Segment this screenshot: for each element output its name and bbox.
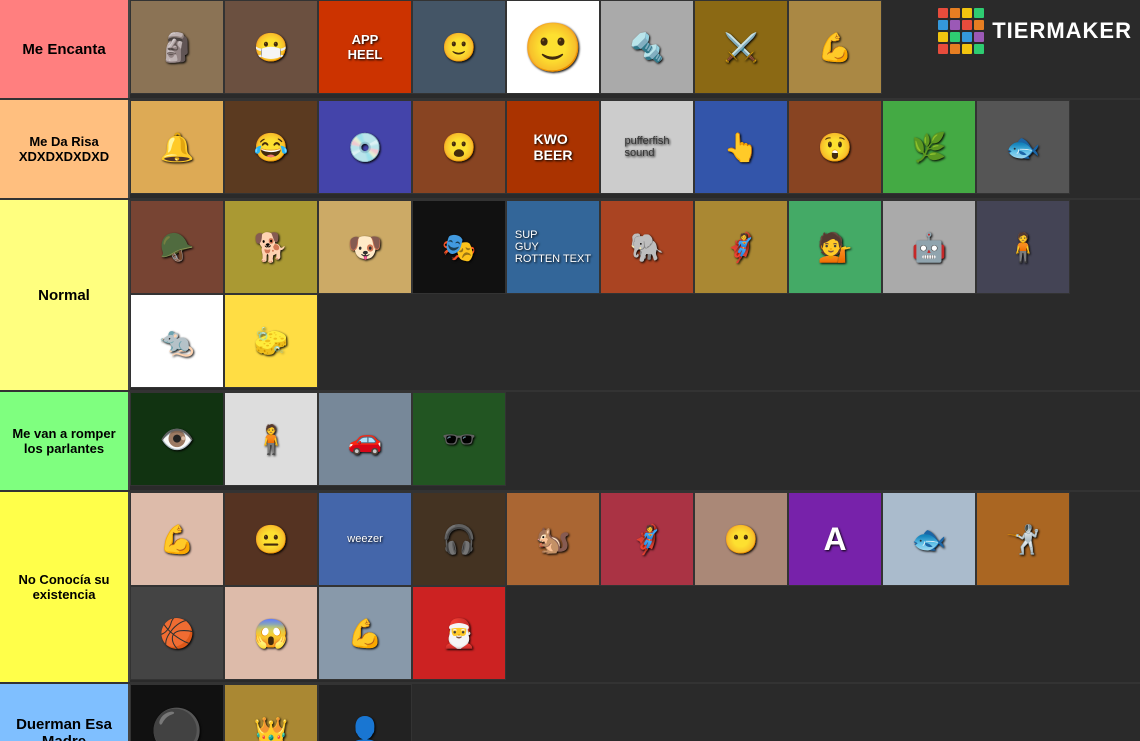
list-item[interactable]: 🤺 [976,492,1070,586]
tier-label-romper: Me van a romper los parlantes [0,392,128,490]
list-item[interactable]: ⚔️ [694,0,788,94]
list-item[interactable]: 🐿️ [506,492,600,586]
list-item[interactable]: weezer [318,492,412,586]
list-item[interactable]: 🎅 [412,586,506,680]
list-item[interactable]: A [788,492,882,586]
list-item[interactable]: 🐀 [130,294,224,388]
list-item[interactable]: APPHEEL [318,0,412,94]
tier-row-me-da-risa: Me Da Risa XDXDXDXDXD 🔔 😂 💿 😮 KWOBEER pu… [0,100,1140,200]
list-item[interactable]: 🚗 [318,392,412,486]
tier-label-me-encanta: Me Encanta [0,0,128,98]
list-item[interactable]: 🪖 [130,200,224,294]
list-item[interactable]: 😐 [224,492,318,586]
list-item[interactable]: 💿 [318,100,412,194]
list-item[interactable]: 🤖 [882,200,976,294]
list-item[interactable]: 💪 [318,586,412,680]
tier-items-me-da-risa: 🔔 😂 💿 😮 KWOBEER pufferfishsound 👆 😲 🌿 🐟 [128,100,1140,198]
list-item[interactable]: ⚫ [130,684,224,741]
list-item[interactable]: 🎧 [412,492,506,586]
list-item[interactable]: SUPGUYROTTEN TEXT [506,200,600,294]
list-item[interactable]: pufferfishsound [600,100,694,194]
list-item[interactable]: 👑 [224,684,318,741]
tier-label-duerman: Duerman Esa Madre [0,684,128,741]
list-item[interactable]: 🐟 [882,492,976,586]
list-item[interactable]: 🎭 [412,200,506,294]
tier-table: Me Encanta 🗿 😷 APPHEEL 🙂 🙂 🔩 ⚔️ 💪 [0,0,1140,741]
list-item[interactable]: 🐘 [600,200,694,294]
list-item[interactable]: 😲 [788,100,882,194]
list-item[interactable]: 👆 [694,100,788,194]
list-item[interactable]: 🐶 [318,200,412,294]
tiermaker-logo: TIERMAKER [938,8,1132,54]
list-item[interactable]: 🧍 [976,200,1070,294]
tier-row-no-conocia: No Conocía su existencia 💪 😐 weezer 🎧 🐿️… [0,492,1140,684]
logo-text: TIERMAKER [992,18,1132,44]
tier-items-romper: 👁️ 🧍 🚗 🕶️ [128,392,1140,490]
tier-items-duerman: ⚫ 👑 👤 [128,684,1140,741]
list-item[interactable]: 😮 [412,100,506,194]
list-item[interactable]: 😶 [694,492,788,586]
list-item[interactable]: 🏀 [130,586,224,680]
list-item[interactable]: 💪 [788,0,882,94]
list-item[interactable]: 😱 [224,586,318,680]
list-item[interactable]: 🐟 [976,100,1070,194]
tier-row-romper: Me van a romper los parlantes 👁️ 🧍 🚗 🕶️ [0,392,1140,492]
list-item[interactable]: 🔩 [600,0,694,94]
list-item[interactable]: 🗿 [130,0,224,94]
list-item[interactable]: 🔔 [130,100,224,194]
list-item[interactable]: 🦸 [694,200,788,294]
list-item[interactable]: 🙂 [412,0,506,94]
list-item[interactable]: 🐕 [224,200,318,294]
logo-grid [938,8,984,54]
list-item[interactable]: 😂 [224,100,318,194]
tier-label-normal: Normal [0,200,128,390]
list-item[interactable]: 🕶️ [412,392,506,486]
tier-label-me-da-risa: Me Da Risa XDXDXDXDXD [0,100,128,198]
list-item[interactable]: 🦸 [600,492,694,586]
tier-items-normal: 🪖 🐕 🐶 🎭 SUPGUYROTTEN TEXT 🐘 🦸 💁 🤖 🧍 🐀 🧽 [128,200,1140,390]
tier-row-me-encanta: Me Encanta 🗿 😷 APPHEEL 🙂 🙂 🔩 ⚔️ 💪 [0,0,1140,100]
list-item[interactable]: 👤 [318,684,412,741]
list-item[interactable]: 💪 [130,492,224,586]
tier-row-normal: Normal 🪖 🐕 🐶 🎭 SUPGUYROTTEN TEXT 🐘 🦸 💁 🤖… [0,200,1140,392]
list-item[interactable]: 😷 [224,0,318,94]
list-item[interactable]: 👁️ [130,392,224,486]
app-container: Me Encanta 🗿 😷 APPHEEL 🙂 🙂 🔩 ⚔️ 💪 [0,0,1140,741]
tier-row-duerman: Duerman Esa Madre ⚫ 👑 👤 [0,684,1140,741]
tier-label-no-conocia: No Conocía su existencia [0,492,128,682]
list-item[interactable]: 🧽 [224,294,318,388]
tier-items-me-encanta: 🗿 😷 APPHEEL 🙂 🙂 🔩 ⚔️ 💪 [128,0,1140,98]
list-item[interactable]: 🌿 [882,100,976,194]
tier-items-no-conocia: 💪 😐 weezer 🎧 🐿️ 🦸 😶 A 🐟 🤺 🏀 😱 💪 🎅 [128,492,1140,682]
list-item[interactable]: 💁 [788,200,882,294]
list-item[interactable]: KWOBEER [506,100,600,194]
list-item[interactable]: 🙂 [506,0,600,94]
list-item[interactable]: 🧍 [224,392,318,486]
